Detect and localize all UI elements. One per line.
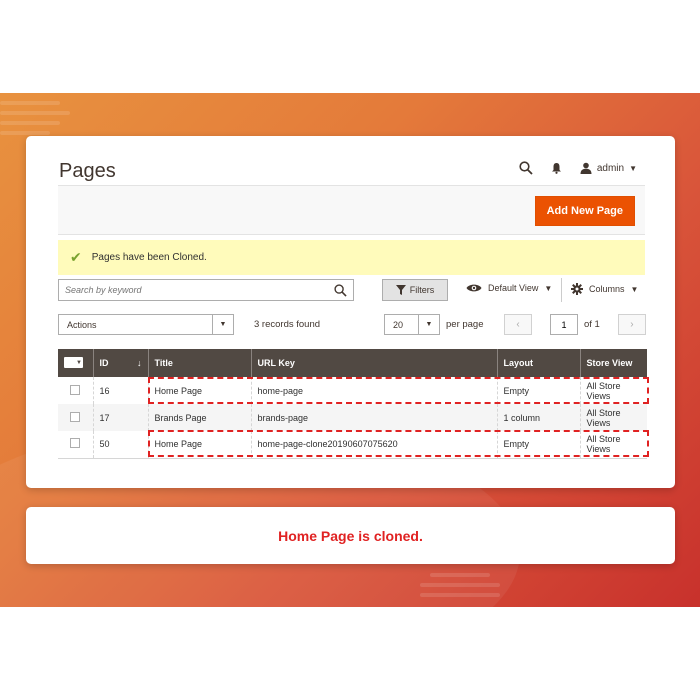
- checkmark-icon: ✔: [70, 249, 82, 265]
- admin-username: admin: [596, 162, 625, 174]
- mass-actions-select[interactable]: Actions ▼: [58, 314, 234, 335]
- page-total: of 1: [584, 319, 600, 330]
- default-view-dropdown[interactable]: Default View ▼: [466, 283, 552, 293]
- success-message-text: Pages have been Cloned.: [91, 252, 207, 263]
- admin-user-menu[interactable]: admin ▼: [580, 162, 637, 174]
- page-title: Pages: [59, 160, 116, 182]
- mass-select-header[interactable]: ▼: [58, 349, 93, 377]
- cell-store-view: All Store Views: [579, 404, 647, 431]
- eye-icon: [466, 284, 482, 292]
- pages-grid-panel: Pages admin ▼ Add New Page ✔ Pages have …: [26, 136, 675, 488]
- cell-layout: Empty: [496, 431, 580, 459]
- background-stripe: [0, 101, 60, 105]
- filters-button[interactable]: Filters: [382, 279, 448, 301]
- cell-store-view: All Store Views: [579, 431, 647, 459]
- row-checkbox[interactable]: [70, 411, 80, 422]
- background-stripe: [0, 121, 60, 125]
- search-icon[interactable]: [519, 161, 533, 175]
- records-found: 3 records found: [254, 319, 321, 330]
- caption-text: Home Page is cloned.: [278, 527, 423, 544]
- column-header-id[interactable]: ID ↓: [92, 349, 148, 377]
- cell-title: Brands Page: [147, 404, 251, 431]
- chevron-down-icon: ▼: [212, 315, 233, 334]
- chevron-down-icon: ▼: [544, 283, 553, 293]
- row-checkbox[interactable]: [70, 384, 80, 395]
- next-page-button[interactable]: ›: [617, 314, 646, 335]
- sort-arrow-icon: ↓: [137, 358, 142, 368]
- table-header-row: ▼ ID ↓ Title URL Key Layout Store View: [58, 349, 647, 377]
- per-page-select[interactable]: 20 ▼: [384, 314, 440, 335]
- background-stripe: [420, 583, 500, 587]
- mass-select-checkbox[interactable]: ▼: [64, 357, 83, 368]
- cell-layout: 1 column: [496, 404, 580, 431]
- table-row[interactable]: 17 Brands Page brands-page 1 column All …: [58, 404, 647, 431]
- table-row[interactable]: 50 Home Page home-page-clone201906070756…: [58, 431, 647, 459]
- cell-title: Home Page: [147, 377, 251, 404]
- table-row[interactable]: 16 Home Page home-page Empty All Store V…: [58, 377, 647, 404]
- filters-label: Filters: [409, 285, 435, 295]
- page-actions-bar: Add New Page: [58, 185, 645, 235]
- search-input[interactable]: [65, 285, 334, 295]
- header-actions: admin ▼: [519, 161, 637, 175]
- column-header-layout[interactable]: Layout: [496, 349, 580, 377]
- chevron-down-icon: ▼: [418, 315, 439, 334]
- background-stripe: [420, 593, 500, 597]
- search-box: [58, 279, 354, 301]
- caption-panel: Home Page is cloned.: [26, 507, 675, 564]
- add-new-page-button[interactable]: Add New Page: [534, 196, 635, 226]
- column-header-title[interactable]: Title: [147, 349, 251, 377]
- pagination: ‹ of 1 ›: [504, 314, 646, 335]
- background-stripe: [430, 573, 490, 577]
- per-page-label: per page: [446, 319, 484, 330]
- notifications-bell-icon[interactable]: [551, 162, 562, 174]
- columns-dropdown[interactable]: Columns ▼: [571, 283, 638, 295]
- row-checkbox[interactable]: [70, 438, 80, 449]
- cell-url-key: home-page-clone20190607075620: [250, 431, 497, 459]
- per-page-control: 20 ▼ per page: [384, 314, 484, 335]
- toolbar-divider: [561, 278, 562, 302]
- background-stripe: [0, 131, 50, 135]
- cell-url-key: home-page: [250, 377, 497, 404]
- gear-icon: [571, 283, 583, 295]
- column-header-store-view[interactable]: Store View: [579, 349, 647, 377]
- per-page-value: 20: [393, 319, 404, 330]
- cell-url-key: brands-page: [250, 404, 497, 431]
- current-page-input[interactable]: [550, 314, 578, 335]
- cell-id: 17: [92, 404, 148, 431]
- success-message: ✔ Pages have been Cloned.: [58, 240, 645, 275]
- chevron-down-icon: ▼: [630, 284, 639, 294]
- cell-id: 16: [92, 377, 148, 404]
- cell-layout: Empty: [496, 377, 580, 404]
- mass-actions-label: Actions: [67, 319, 97, 330]
- cell-title: Home Page: [147, 431, 251, 459]
- funnel-icon: [395, 285, 406, 295]
- cell-store-view: All Store Views: [579, 377, 647, 404]
- column-header-url-key[interactable]: URL Key: [250, 349, 497, 377]
- previous-page-button[interactable]: ‹: [504, 314, 532, 335]
- background-stripe: [0, 111, 70, 115]
- chevron-down-icon: ▼: [629, 163, 637, 173]
- search-submit-icon[interactable]: [334, 283, 347, 297]
- pages-table: ▼ ID ↓ Title URL Key Layout Store View 1…: [58, 349, 647, 459]
- user-icon: [580, 162, 592, 174]
- cell-id: 50: [92, 431, 148, 459]
- columns-label: Columns: [589, 284, 625, 294]
- default-view-label: Default View: [488, 283, 539, 293]
